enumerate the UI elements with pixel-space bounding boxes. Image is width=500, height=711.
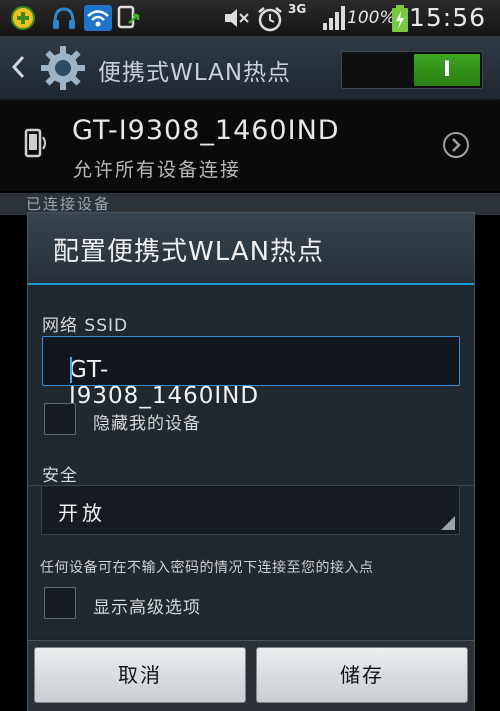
hotspot-toggle[interactable]: I: [341, 51, 483, 89]
hide-device-checkbox[interactable]: [44, 403, 76, 435]
alarm-icon: [258, 7, 282, 32]
network-type: 3G: [288, 2, 307, 16]
back-icon[interactable]: [10, 54, 26, 80]
status-bar: 3G 100% 15:56: [0, 0, 500, 37]
ssid-label: 网络 SSID: [42, 316, 129, 336]
phone-wifi-icon: [24, 128, 46, 158]
dropdown-triangle-icon: [441, 516, 455, 530]
clock: 15:56: [408, 3, 486, 32]
battery-percent: 100%: [347, 8, 396, 28]
hotspot-item[interactable]: GT-I9308_1460IND 允许所有设备连接: [0, 101, 500, 191]
hotspot-subtitle: 允许所有设备连接: [73, 159, 242, 181]
security-value: 开放: [58, 501, 106, 525]
configure-hotspot-dialog: 配置便携式WLAN热点 网络 SSID GT-I9308_1460IND 隐藏我…: [27, 212, 475, 711]
ssid-input[interactable]: GT-I9308_1460IND: [42, 336, 460, 409]
dialog-title-bar: 配置便携式WLAN热点: [28, 213, 474, 285]
game-icon: [11, 6, 35, 30]
usb-icon: [117, 5, 140, 29]
hide-device-label: 隐藏我的设备: [93, 414, 201, 434]
security-label: 安全: [42, 466, 78, 486]
headset-icon: [53, 7, 75, 29]
battery-charging-icon: [392, 5, 408, 32]
hotspot-name: GT-I9308_1460IND: [72, 115, 340, 146]
dialog-title: 配置便携式WLAN热点: [53, 237, 325, 267]
mute-icon: [225, 9, 249, 27]
chevron-right-icon[interactable]: [442, 131, 470, 159]
text-cursor: [70, 357, 72, 383]
cancel-button[interactable]: 取消: [34, 647, 246, 703]
signal-icon: [323, 6, 345, 30]
toggle-label: I: [443, 57, 451, 81]
security-select[interactable]: 开放: [41, 485, 460, 535]
toggle-on-thumb: I: [414, 54, 480, 86]
advanced-options-checkbox[interactable]: [44, 587, 76, 619]
gear-icon: [41, 46, 85, 90]
dialog-footer: 取消 储存: [28, 640, 474, 711]
dialog-body: 网络 SSID GT-I9308_1460IND 隐藏我的设备 安全 开放 任何…: [28, 285, 474, 638]
save-button[interactable]: 储存: [256, 647, 468, 703]
wifi-icon: [84, 5, 112, 31]
advanced-options-label: 显示高级选项: [93, 598, 201, 618]
connected-devices-label: 已连接设备: [26, 195, 112, 213]
security-hint: 任何设备可在不输入密码的情况下连接至您的接入点: [40, 560, 374, 576]
action-bar: 便携式WLAN热点 I: [0, 37, 500, 101]
page-title: 便携式WLAN热点: [98, 60, 292, 86]
